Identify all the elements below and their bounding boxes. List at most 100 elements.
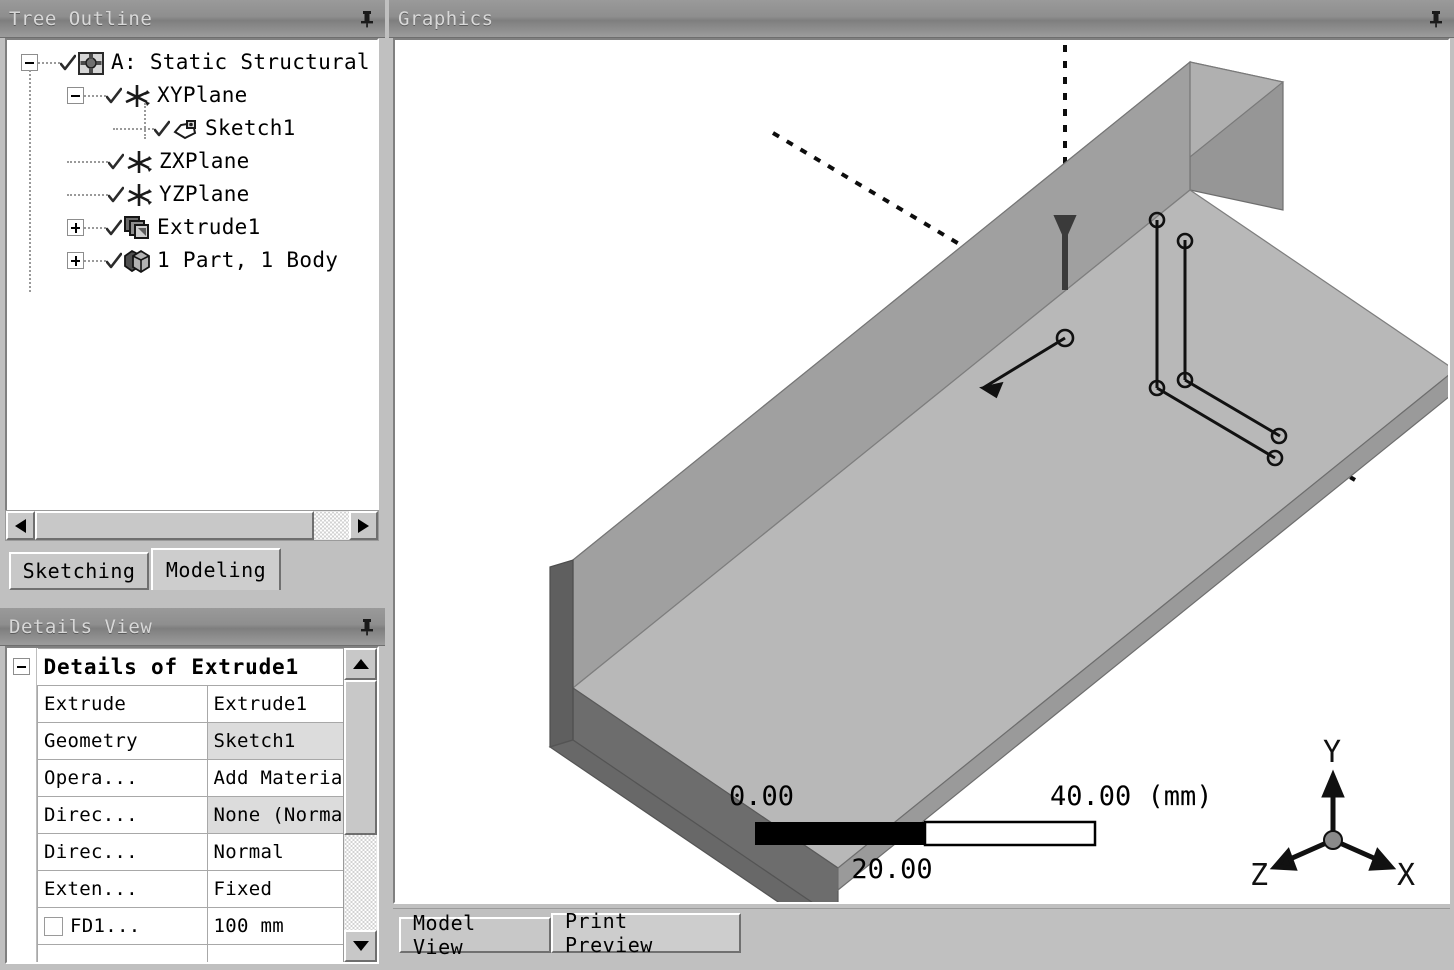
arrow-left-icon bbox=[15, 518, 26, 533]
details-row[interactable]: Direc... None (Normal) bbox=[37, 796, 377, 834]
scroll-left-button[interactable] bbox=[6, 511, 35, 540]
details-empty-row bbox=[37, 944, 377, 962]
tree-outline-titlebar: Tree Outline bbox=[0, 0, 385, 38]
tab-sketching-label: Sketching bbox=[22, 559, 136, 583]
tab-print-preview-label: Print Preview bbox=[565, 909, 653, 957]
triad-origin-ball bbox=[1323, 830, 1343, 850]
pushpin-icon[interactable] bbox=[357, 8, 377, 30]
details-property-checkbox[interactable] bbox=[44, 917, 63, 936]
scroll-up-button[interactable] bbox=[344, 648, 377, 680]
plane-icon bbox=[127, 183, 152, 206]
model-viewport[interactable]: H4 V1 H3 V2 0.00 40.00 (mm) 20.00 bbox=[395, 40, 1448, 902]
tree-outline-panel: Tree Outline A: Static Structural XYPlane… bbox=[0, 0, 385, 600]
triad-z-arrowhead bbox=[1269, 847, 1298, 871]
details-properties-table[interactable]: Details of Extrude1 Extrude Extrude1 Geomet… bbox=[37, 648, 377, 962]
details-empty-cell bbox=[37, 944, 208, 962]
suppress-check-icon bbox=[108, 153, 124, 171]
tree-outline-title: Tree Outline bbox=[9, 7, 153, 30]
check-icon bbox=[106, 252, 122, 268]
tree-item-extrude1[interactable]: Extrude1 bbox=[7, 211, 377, 244]
tab-model-view[interactable]: Model View bbox=[399, 911, 551, 959]
suppress-check-icon bbox=[154, 120, 170, 138]
tree-item-yzplane[interactable]: YZPlane bbox=[7, 178, 377, 211]
tab-print-preview[interactable]: Print Preview bbox=[551, 909, 741, 957]
tab-sketching[interactable]: Sketching bbox=[9, 552, 149, 590]
details-row[interactable]: FD1... 100 mm bbox=[37, 907, 377, 945]
scroll-right-button[interactable] bbox=[349, 511, 378, 540]
tree-connector bbox=[113, 127, 154, 130]
tree-item-label: Extrude1 bbox=[157, 215, 261, 239]
details-gutter bbox=[7, 648, 37, 962]
details-view-title: Details View bbox=[9, 615, 153, 638]
tree-item-1-part-1-body[interactable]: 1 Part, 1 Body bbox=[7, 244, 377, 277]
scroll-down-button[interactable] bbox=[344, 930, 377, 962]
designmodeler-window: Tree Outline A: Static Structural XYPlane… bbox=[0, 0, 1454, 970]
triad-label-y: Y bbox=[1323, 735, 1341, 770]
scale-label-mid: 20.00 bbox=[851, 854, 932, 885]
graphics-view-tabs: Model View Print Preview bbox=[393, 908, 1450, 959]
triad-label-x: X bbox=[1397, 858, 1415, 893]
tab-modeling[interactable]: Modeling bbox=[151, 548, 281, 590]
details-group-collapse-button[interactable] bbox=[13, 658, 30, 675]
scale-bar-filled-overlay bbox=[755, 822, 925, 845]
web-left-end-face bbox=[549, 559, 574, 748]
tree-item-zxplane[interactable]: ZXPlane bbox=[7, 145, 377, 178]
graphics-panel: Graphics 0.00 40.00 (mm) 20.00 Y Z X Mod… bbox=[389, 0, 1454, 970]
details-property-name: Opera... bbox=[37, 759, 208, 797]
tree-vertical-connector bbox=[144, 103, 146, 139]
tree-connector bbox=[38, 61, 60, 64]
details-property-name: Extrude bbox=[37, 685, 208, 723]
tree-item-label: 1 Part, 1 Body bbox=[157, 248, 339, 272]
vscroll-track[interactable] bbox=[344, 680, 377, 930]
arrow-down-icon bbox=[352, 941, 369, 951]
tree-item-sketch1[interactable]: Sketch1 bbox=[7, 112, 377, 145]
details-group-header-row: Details of Extrude1 bbox=[37, 648, 377, 686]
suppress-check-icon bbox=[106, 219, 122, 237]
expand-button[interactable] bbox=[67, 252, 84, 269]
details-row[interactable]: Direc... Normal bbox=[37, 833, 377, 871]
triad-x-arrowhead bbox=[1368, 847, 1397, 871]
tree-rows: A: Static Structural XYPlane Sketch1 ZXPlan… bbox=[7, 40, 377, 292]
details-view-titlebar: Details View bbox=[0, 608, 385, 646]
graphics-title: Graphics bbox=[398, 7, 494, 30]
check-icon bbox=[106, 219, 122, 235]
details-property-name: Direc... bbox=[37, 796, 208, 834]
check-icon bbox=[154, 120, 170, 136]
check-icon bbox=[108, 153, 124, 169]
tree-connector bbox=[84, 259, 106, 262]
details-property-name: Geometry bbox=[37, 722, 208, 760]
check-icon bbox=[108, 186, 124, 202]
tree-horizontal-scrollbar[interactable] bbox=[5, 510, 379, 541]
tree-item-a-static-structural[interactable]: A: Static Structural bbox=[7, 46, 377, 79]
graphics-canvas[interactable]: H4 V1 H3 V2 0.00 40.00 (mm) 20.00 bbox=[393, 38, 1450, 904]
vscroll-thumb[interactable] bbox=[344, 680, 377, 835]
hscroll-thumb[interactable] bbox=[35, 511, 315, 540]
tree-item-label: Sketch1 bbox=[205, 116, 296, 140]
tree-outline-list[interactable]: A: Static Structural XYPlane Sketch1 ZXPlan… bbox=[5, 38, 379, 513]
details-row[interactable]: Extrude Extrude1 bbox=[37, 685, 377, 723]
tree-connector bbox=[84, 94, 106, 97]
tree-item-label: YZPlane bbox=[159, 182, 250, 206]
tree-item-xyplane[interactable]: XYPlane bbox=[7, 79, 377, 112]
details-row[interactable]: Opera... Add Material bbox=[37, 759, 377, 797]
tree-item-label: A: Static Structural bbox=[111, 50, 370, 74]
details-row[interactable]: Exten... Fixed bbox=[37, 870, 377, 908]
details-property-name: FD1... bbox=[37, 907, 208, 945]
left-column: Tree Outline A: Static Structural XYPlane… bbox=[0, 0, 385, 970]
body-icon bbox=[124, 249, 150, 273]
sketch-model-tabs: Sketching Modeling bbox=[5, 548, 379, 590]
details-row[interactable]: Geometry Sketch1 bbox=[37, 722, 377, 760]
details-vertical-scrollbar[interactable] bbox=[343, 648, 377, 962]
hscroll-track[interactable] bbox=[35, 511, 349, 540]
coordinate-triad: Y Z X bbox=[1250, 735, 1415, 893]
collapse-button[interactable] bbox=[21, 54, 38, 71]
expand-button[interactable] bbox=[67, 219, 84, 236]
pushpin-icon[interactable] bbox=[357, 616, 377, 638]
pushpin-icon[interactable] bbox=[1426, 8, 1446, 30]
suppress-check-icon bbox=[108, 186, 124, 204]
tree-item-label: ZXPlane bbox=[159, 149, 250, 173]
l-beam-solid bbox=[548, 60, 1448, 902]
details-property-name-text: FD1... bbox=[70, 915, 141, 937]
tree-vertical-connector bbox=[29, 70, 31, 292]
collapse-button[interactable] bbox=[67, 87, 84, 104]
